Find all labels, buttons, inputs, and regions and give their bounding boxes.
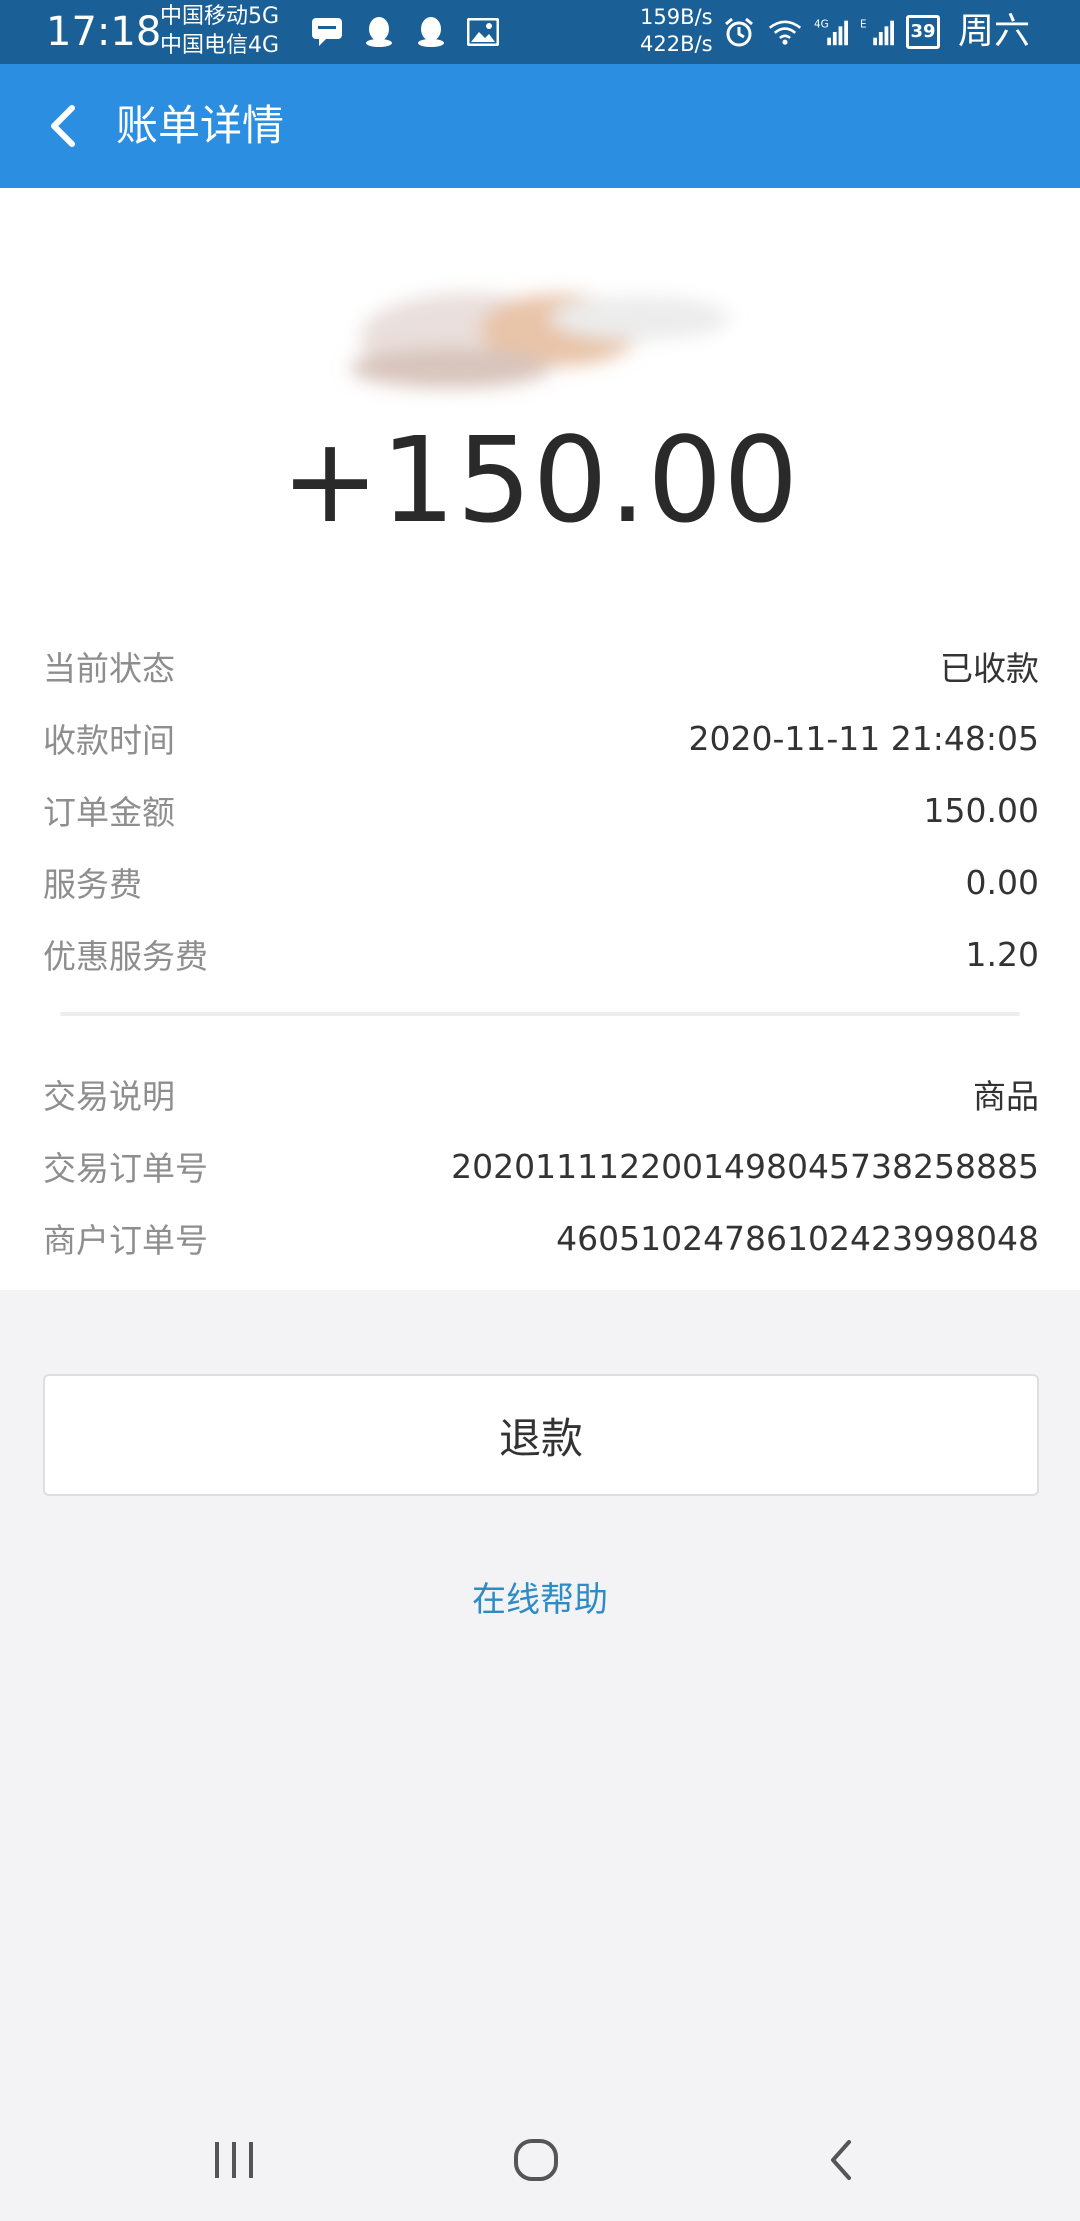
- detail-value: 商品: [973, 1077, 1039, 1116]
- recent-apps-icon: [215, 2142, 253, 2178]
- detail-value: 已收款: [940, 649, 1039, 688]
- carrier-info: 中国移动5G 中国电信4G: [160, 2, 279, 60]
- detail-label: 优惠服务费: [43, 937, 208, 976]
- bill-details: 当前状态 已收款 收款时间 2020-11-11 21:48:05 订单金额 1…: [0, 588, 1080, 1290]
- detail-row: 优惠服务费 1.20: [43, 918, 1039, 990]
- obscured-avatar: [350, 293, 730, 388]
- online-help-label[interactable]: 在线帮助: [472, 1580, 608, 1620]
- detail-label: 当前状态: [43, 649, 175, 688]
- chevron-left-icon: [51, 105, 75, 147]
- message-icon: [310, 15, 344, 49]
- back-icon: [831, 2140, 851, 2180]
- svg-text:E: E: [860, 18, 867, 30]
- transaction-amount: +150.00: [280, 411, 800, 549]
- bill-detail-screen: 17:18 中国移动5G 中国电信4G 159B/s 422B/s 4G E 3…: [0, 0, 1080, 2221]
- detail-row: 交易订单号 2020111122001498045738258885: [43, 1130, 1039, 1202]
- detail-value: 2020111122001498045738258885: [451, 1146, 1039, 1186]
- alarm-icon: [722, 15, 756, 49]
- refund-button[interactable]: 退款: [43, 1374, 1039, 1496]
- detail-row: 当前状态 已收款: [43, 630, 1039, 702]
- qq-icon: [414, 15, 448, 49]
- detail-label: 订单金额: [43, 793, 175, 832]
- qq-icon: [362, 15, 396, 49]
- notification-icons: [310, 12, 500, 52]
- detail-value: 0.00: [965, 862, 1039, 902]
- back-button[interactable]: [30, 94, 94, 158]
- detail-label: 服务费: [43, 865, 142, 904]
- detail-label: 交易说明: [43, 1077, 175, 1116]
- home-button[interactable]: [496, 2120, 576, 2200]
- system-nav-bar: [0, 2100, 1080, 2221]
- detail-row: 商户订单号 46051024786102423998048: [43, 1202, 1039, 1274]
- carrier-1: 中国移动5G: [160, 4, 280, 29]
- network-speed: 159B/s 422B/s: [640, 4, 713, 58]
- signal-e-icon: E: [860, 15, 894, 49]
- signal-4g-icon: 4G: [814, 15, 848, 49]
- detail-row: 服务费 0.00: [43, 846, 1039, 918]
- home-icon: [514, 2139, 558, 2181]
- status-bar: 17:18 中国移动5G 中国电信4G 159B/s 422B/s 4G E 3…: [0, 0, 1080, 64]
- status-day: 周六: [958, 11, 1031, 52]
- nav-back-button[interactable]: [800, 2120, 880, 2200]
- battery-level: 39: [906, 15, 940, 49]
- app-bar: 账单详情: [0, 64, 1080, 188]
- page-title: 账单详情: [116, 101, 285, 150]
- section-divider: [60, 1012, 1020, 1016]
- detail-value: 46051024786102423998048: [556, 1218, 1039, 1258]
- carrier-2: 中国电信4G: [160, 33, 280, 58]
- image-icon: [466, 15, 500, 49]
- detail-value: 150.00: [923, 790, 1039, 830]
- detail-label: 交易订单号: [43, 1149, 208, 1188]
- status-time: 17:18: [46, 9, 162, 55]
- speed-down: 159B/s: [640, 5, 713, 29]
- online-help-link: 在线帮助: [0, 1570, 1080, 1630]
- detail-value: 2020-11-11 21:48:05: [688, 718, 1039, 758]
- svg-text:4G: 4G: [814, 18, 829, 30]
- detail-label: 收款时间: [43, 721, 175, 760]
- speed-up: 422B/s: [640, 32, 713, 56]
- system-icons: 4G E 39: [722, 12, 940, 52]
- wifi-icon: [768, 15, 802, 49]
- detail-row: 收款时间 2020-11-11 21:48:05: [43, 702, 1039, 774]
- detail-label: 商户订单号: [43, 1221, 208, 1260]
- amount-header: +150.00: [0, 188, 1080, 588]
- detail-value: 1.20: [965, 934, 1039, 974]
- detail-row: 订单金额 150.00: [43, 774, 1039, 846]
- detail-row: 交易说明 商品: [43, 1058, 1039, 1130]
- recent-apps-button[interactable]: [194, 2120, 274, 2200]
